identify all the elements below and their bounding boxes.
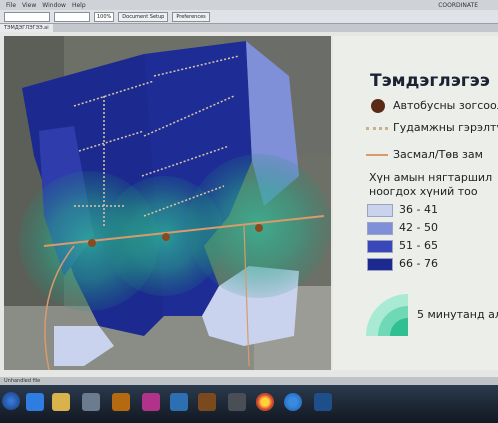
artboard-canvas[interactable]: Тэмдэглэгээ Автобусны зогсоол Гудамжны г… <box>0 32 498 377</box>
density-title-line-1: Хүн амын нягтаршил <box>369 171 493 184</box>
density-title-line-2: ноогдох хүний тоо <box>369 185 478 198</box>
map-graphic <box>4 36 331 370</box>
media-icon[interactable] <box>82 393 100 411</box>
bus-stop-symbol <box>371 99 385 113</box>
map-legend: Тэмдэглэгээ Автобусны зогсоол Гудамжны г… <box>333 36 498 370</box>
taskbar <box>0 385 498 423</box>
density-map <box>4 36 331 370</box>
explorer-icon[interactable] <box>52 393 70 411</box>
bus-stop <box>162 233 170 241</box>
illustrator-icon[interactable] <box>112 393 130 411</box>
calculator-icon[interactable] <box>228 393 246 411</box>
stroke-field[interactable] <box>4 11 50 22</box>
style-field[interactable] <box>54 11 90 22</box>
start-icon[interactable] <box>2 392 20 410</box>
range-label-51-65: 51 - 65 <box>399 239 438 252</box>
walk-radius-symbol <box>366 294 408 336</box>
range-label-66-76: 66 - 76 <box>399 257 438 270</box>
swatch-42-50 <box>367 222 393 235</box>
swatch-51-65 <box>367 240 393 253</box>
monitor-screen: File View Window Help COORDINATE 100% Do… <box>0 0 498 423</box>
chrome-icon[interactable] <box>256 393 274 411</box>
swatch-36-41 <box>367 204 393 217</box>
legend-walk-label: 5 минутанд алхах <box>417 308 498 321</box>
legend-road-label: Засмал/Төв зам <box>393 148 483 161</box>
indesign-icon[interactable] <box>142 393 160 411</box>
app-icon[interactable] <box>314 393 332 411</box>
control-toolbar: 100% Document Setup Preferences <box>0 10 498 24</box>
photoshop-icon[interactable] <box>170 393 188 411</box>
bus-stop <box>88 239 96 247</box>
chrome-icon[interactable] <box>284 393 302 411</box>
range-label-42-50: 42 - 50 <box>399 221 438 234</box>
zoom-field[interactable]: 100% <box>94 11 115 22</box>
legend-street-light-label: Гудамжны гэрэлтүүлэг <box>393 121 498 134</box>
ie-icon[interactable] <box>26 393 44 411</box>
preferences-button[interactable]: Preferences <box>172 11 210 22</box>
document-tab-strip: ТЭМДЭГЛЭГЭЭ.ai <box>0 24 498 32</box>
road-symbol <box>366 154 388 156</box>
document-tab[interactable]: ТЭМДЭГЛЭГЭЭ.ai <box>0 24 53 32</box>
menu-view[interactable]: View <box>22 2 36 9</box>
legend-title: Тэмдэглэгээ <box>370 71 490 91</box>
swatch-66-76 <box>367 258 393 271</box>
document-setup-button[interactable]: Document Setup <box>118 11 169 22</box>
bus-stop <box>255 224 263 232</box>
range-label-36-41: 36 - 41 <box>399 203 438 216</box>
menu-window[interactable]: Window <box>42 2 66 9</box>
legend-bus-stop-label: Автобусны зогсоол <box>393 99 498 112</box>
workspace-label[interactable]: COORDINATE <box>438 2 478 9</box>
street-light-symbol <box>366 127 388 130</box>
menu-bar: File View Window Help COORDINATE <box>0 0 498 10</box>
status-bar: Unhandled file <box>0 377 498 385</box>
menu-file[interactable]: File <box>6 2 16 9</box>
menu-help[interactable]: Help <box>72 2 86 9</box>
bridge-icon[interactable] <box>198 393 216 411</box>
